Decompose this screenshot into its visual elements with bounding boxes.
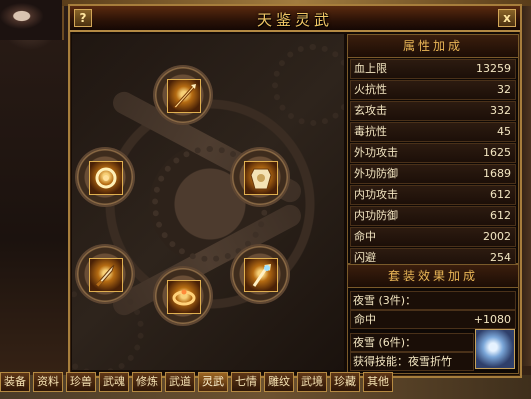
tab-other[interactable]: 其他 [363,372,393,392]
stat-label: 命中 [354,230,376,243]
slot-amulet[interactable] [77,149,133,205]
attribute-bonus-panel: 属性加成 血上限 13259 火抗性 32 玄攻击 332 毒抗性 45 外功攻… [347,34,519,281]
spear-icon [167,79,201,113]
staff-icon [244,258,278,292]
hit-label: 命中 [354,313,376,326]
stat-label: 内功攻击 [354,188,398,201]
stat-value: 332 [490,104,511,117]
skill-icon[interactable] [475,329,515,369]
stat-label: 毒抗性 [354,125,387,138]
stat-label: 血上限 [354,62,387,75]
stat-value: 45 [497,125,511,138]
set3-label: 夜雪 (3件)： [350,291,516,310]
stat-value: 612 [490,209,511,222]
set6-label: 夜雪 (6件)： [350,333,474,352]
stat-row: 命中 2002 [350,227,516,247]
character-portrait[interactable] [0,0,64,40]
title-bar[interactable]: ? 天鉴灵武 x [70,6,520,32]
stat-value: 2002 [483,230,511,243]
stat-row: 火抗性 32 [350,80,516,100]
tab-pets[interactable]: 珍兽 [66,372,96,392]
slot-bracelet[interactable] [155,268,211,324]
slot-dagger[interactable] [77,246,133,302]
set6-text: 夜雪 (6件)： [353,336,417,349]
stat-row: 外功防御 1689 [350,164,516,184]
tab-wudao[interactable]: 武道 [165,372,195,392]
close-button[interactable]: x [498,9,516,27]
tab-qiqing[interactable]: 七情 [231,372,261,392]
stat-row: 血上限 13259 [350,59,516,79]
bottom-tab-bar: 装备 资料 珍兽 武魂 修炼 武道 灵武 七情 雕纹 武境 珍藏 其他 [0,372,396,394]
tab-collection[interactable]: 珍藏 [330,372,360,392]
stat-value: 612 [490,188,511,201]
tab-lingwu[interactable]: 灵武 [198,372,228,392]
set6-skill-row: 获得技能：夜雪折竹 [350,352,474,371]
slot-armor[interactable] [232,149,288,205]
slot-spear[interactable] [155,67,211,123]
skill-text: 获得技能：夜雪折竹 [353,355,452,368]
set3-text: 夜雪 (3件)： [353,294,417,307]
stat-value: 1625 [483,146,511,159]
stat-row: 毒抗性 45 [350,122,516,142]
slot-staff[interactable] [232,246,288,302]
dagger-icon [89,258,123,292]
stat-label: 火抗性 [354,83,387,96]
bracelet-icon [167,280,201,314]
equipment-wheel [72,34,344,370]
set-bonus-heading: 套装效果加成 [348,265,518,288]
stat-label: 外功攻击 [354,146,398,159]
stat-label: 玄攻击 [354,104,387,117]
tianjian-lingwu-window: ? 天鉴灵武 x 属性加成 血上限 13259 火抗性 32 玄攻击 332 毒… [68,4,522,378]
tab-wuhun[interactable]: 武魂 [99,372,129,392]
tab-wujing[interactable]: 武境 [297,372,327,392]
tab-cultivation[interactable]: 修炼 [132,372,162,392]
tab-engraving[interactable]: 雕纹 [264,372,294,392]
stat-row: 外功攻击 1625 [350,143,516,163]
stat-label: 内功防御 [354,209,398,222]
stat-value: 13259 [476,62,511,75]
stat-label: 外功防御 [354,167,398,180]
gear-icon [272,44,344,126]
stat-row: 内功防御 612 [350,206,516,226]
stat-value: 32 [497,83,511,96]
tab-profile[interactable]: 资料 [33,372,63,392]
window-title: 天鉴灵武 [256,11,333,29]
stat-row: 内功攻击 612 [350,185,516,205]
set-bonus-panel: 套装效果加成 夜雪 (3件)： 命中 +1080 夜雪 (6件)： 获得技能：夜… [347,264,519,374]
amulet-icon [89,161,123,195]
stat-value: 1689 [483,167,511,180]
attribute-heading: 属性加成 [348,35,518,58]
hit-value: +1080 [473,313,511,326]
tab-equipment[interactable]: 装备 [0,372,30,392]
stat-row: 玄攻击 332 [350,101,516,121]
set3-bonus-row: 命中 +1080 [350,310,516,329]
armor-icon [244,161,278,195]
